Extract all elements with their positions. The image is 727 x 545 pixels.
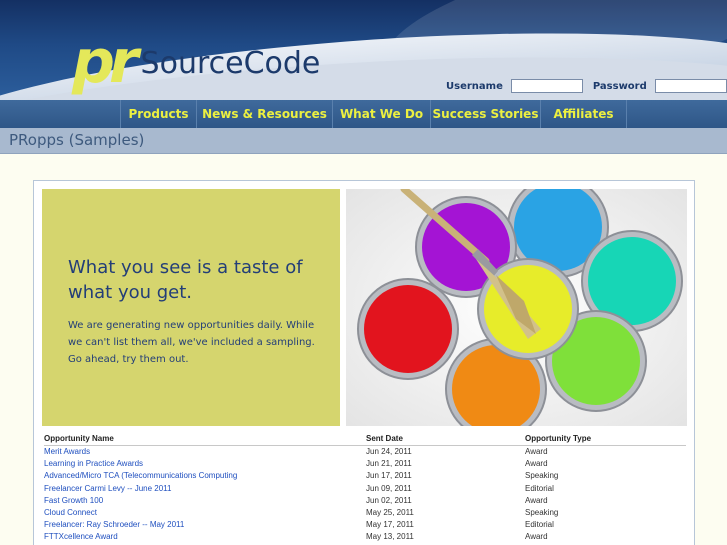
sent-date: Jun 24, 2011 — [366, 447, 412, 456]
login-form: Username Password GO — [446, 79, 727, 93]
table-row: Learning in Practice Awards Jun 21, 2011… — [44, 458, 686, 470]
logo-pr: pr — [72, 27, 139, 97]
promo-headline: What you see is a taste of what you get. — [68, 257, 303, 303]
table-row: Merit Awards Jun 24, 2011 Award — [44, 446, 686, 458]
table-row: Freelancer Carmi Levy -- June 2011 Jun 0… — [44, 483, 686, 495]
opportunity-type: Award — [525, 459, 548, 469]
nav-success-stories[interactable]: Success Stories — [430, 100, 540, 128]
sent-date: May 17, 2011 — [366, 520, 414, 530]
opportunity-link[interactable]: Merit Awards — [44, 447, 90, 456]
opportunity-type: Speaking — [525, 471, 559, 481]
paint-can-7 — [484, 265, 572, 353]
table-header: Opportunity Name Sent Date Opportunity T… — [44, 433, 686, 446]
page-title-bar: PRopps (Samples) — [0, 128, 727, 154]
opportunity-type: Award — [525, 447, 548, 456]
promo-box: What you see is a taste of what you get.… — [42, 189, 340, 426]
opportunity-link[interactable]: Advanced/Micro TCA (Telecommunications C… — [44, 471, 237, 480]
table-row: Freelancer: Ray Schroeder -- May 2011 Ma… — [44, 519, 686, 531]
content-panel: What you see is a taste of what you get.… — [33, 180, 695, 545]
paint-can-5 — [364, 285, 452, 373]
password-label: Password — [592, 80, 647, 92]
opportunity-type: Editorial — [525, 520, 554, 530]
opportunities-table: Opportunity Name Sent Date Opportunity T… — [44, 433, 686, 544]
username-label: Username — [446, 80, 503, 92]
sent-date: May 25, 2011 — [366, 507, 414, 517]
nav-affiliates[interactable]: Affiliates — [540, 100, 626, 128]
nav-news-resources[interactable]: News & Resources — [196, 100, 332, 128]
sent-date: Jun 02, 2011 — [366, 495, 412, 505]
sent-date: Jun 09, 2011 — [366, 483, 412, 493]
username-input[interactable] — [510, 79, 583, 93]
opportunity-type: Award — [525, 532, 548, 542]
table-row: Cloud Connect May 25, 2011 Speaking — [44, 507, 686, 519]
password-input[interactable] — [654, 79, 727, 93]
page-title: PRopps (Samples) — [9, 131, 145, 149]
opportunity-link[interactable]: Freelancer: Ray Schroeder -- May 2011 — [44, 520, 184, 529]
opportunity-link[interactable]: FTTXcellence Award — [44, 532, 118, 541]
nav-products[interactable]: Products — [120, 100, 196, 128]
sent-date: May 13, 2011 — [366, 532, 414, 542]
table-row: Advanced/Micro TCA (Telecommunications C… — [44, 470, 686, 482]
nav-divider — [626, 100, 627, 128]
opportunity-type: Speaking — [525, 507, 559, 517]
header-opportunity-type[interactable]: Opportunity Type — [525, 434, 591, 443]
opportunity-type: Editorial — [525, 483, 554, 493]
promo-blurb: We are generating new opportunities dail… — [68, 320, 315, 365]
opportunity-link[interactable]: Fast Growth 100 — [44, 496, 103, 505]
header-sent-date[interactable]: Sent Date — [366, 434, 403, 443]
header-opportunity-name[interactable]: Opportunity Name — [44, 434, 114, 443]
paint-cans-illustration — [346, 189, 687, 426]
table-row: Fast Growth 100 Jun 02, 2011 Award — [44, 495, 686, 507]
nav-what-we-do[interactable]: What We Do — [332, 100, 430, 128]
sent-date: Jun 21, 2011 — [366, 459, 412, 469]
opportunity-link[interactable]: Cloud Connect — [44, 508, 97, 517]
opportunity-type: Award — [525, 495, 548, 505]
site-header: pr SourceCode Username Password GO — [0, 0, 727, 100]
main-nav: Products News & Resources What We Do Suc… — [0, 100, 727, 128]
site-logo[interactable]: pr SourceCode — [72, 27, 321, 97]
paint-cans-image — [346, 189, 687, 426]
sent-date: Jun 17, 2011 — [366, 471, 412, 481]
table-row: FTTXcellence Award May 13, 2011 Award — [44, 531, 686, 543]
logo-name: SourceCode — [140, 46, 321, 81]
opportunity-link[interactable]: Learning in Practice Awards — [44, 459, 143, 468]
opportunity-link[interactable]: Freelancer Carmi Levy -- June 2011 — [44, 484, 171, 493]
